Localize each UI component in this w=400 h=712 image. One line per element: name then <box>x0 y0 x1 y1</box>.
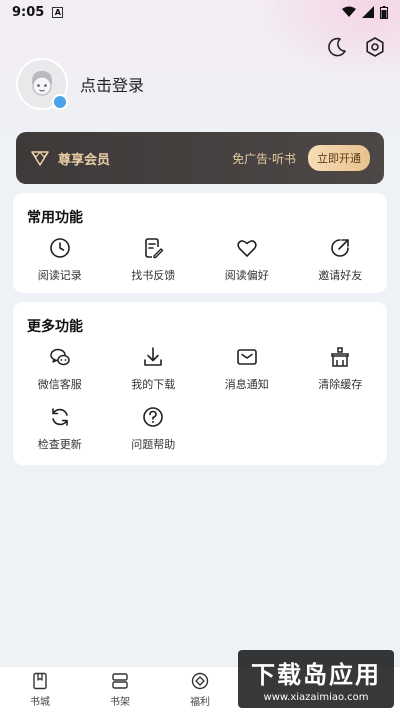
item-label: 微信客服 <box>37 378 82 391</box>
gear-icon[interactable] <box>364 36 386 58</box>
broom-icon <box>329 346 351 368</box>
status-bar: 9:05 A <box>0 0 400 24</box>
check-update-item[interactable]: 检查更新 <box>13 406 107 466</box>
item-label: 消息通知 <box>224 378 269 391</box>
nav-label: 福利 <box>190 696 210 708</box>
common-functions-grid: 阅读记录 找书反馈 阅读偏好 邀请好友 <box>13 237 387 297</box>
common-functions-card: 常用功能 阅读记录 找书反馈 阅读偏好 邀请好友 <box>13 193 387 293</box>
nav-welfare[interactable]: 福利 <box>160 667 240 712</box>
login-prompt[interactable]: 点击登录 <box>80 72 144 96</box>
more-functions-grid: 微信客服 我的下载 消息通知 清除缓存 检查更新 问题帮助 <box>13 346 387 466</box>
download-icon <box>142 346 164 368</box>
section-title: 更多功能 <box>27 319 83 335</box>
nav-bookstore[interactable]: 书城 <box>0 667 80 712</box>
share-icon <box>329 237 351 259</box>
vip-title: 尊享会员 <box>58 152 111 168</box>
gift-icon <box>191 672 209 690</box>
watermark-logo: 下载岛应用 www.xiazaimiao.com <box>238 650 394 708</box>
item-label: 清除缓存 <box>318 378 363 391</box>
edit-badge-icon <box>52 94 68 110</box>
status-icons <box>342 5 388 19</box>
diamond-icon <box>30 149 50 167</box>
wifi-icon <box>342 6 356 18</box>
vip-banner[interactable]: 尊享会员 免广告·听书 立即开通 <box>16 132 384 184</box>
mail-icon <box>236 346 258 368</box>
nav-label: 书架 <box>110 696 130 708</box>
signal-icon <box>362 6 374 18</box>
vip-perks: 免广告·听书 <box>232 151 296 166</box>
moon-icon[interactable] <box>326 36 348 58</box>
help-icon <box>142 406 164 428</box>
heart-icon <box>236 237 258 259</box>
clear-cache-item[interactable]: 清除缓存 <box>294 346 388 406</box>
clock-icon <box>49 237 71 259</box>
shelf-icon <box>111 672 129 690</box>
watermark-url: www.xiazaimiao.com <box>263 692 369 703</box>
nav-bookshelf[interactable]: 书架 <box>80 667 160 712</box>
message-notice-item[interactable]: 消息通知 <box>200 346 294 406</box>
section-title: 常用功能 <box>27 210 83 226</box>
item-label: 阅读记录 <box>37 269 82 282</box>
item-label: 阅读偏好 <box>224 269 269 282</box>
reading-history-item[interactable]: 阅读记录 <box>13 237 107 297</box>
book-icon <box>31 672 49 690</box>
watermark-title: 下载岛应用 <box>251 661 381 689</box>
item-label: 邀请好友 <box>318 269 363 282</box>
reading-preference-item[interactable]: 阅读偏好 <box>200 237 294 297</box>
wechat-service-item[interactable]: 微信客服 <box>13 346 107 406</box>
avatar[interactable] <box>16 58 68 110</box>
edit-note-icon <box>142 237 164 259</box>
item-label: 问题帮助 <box>131 438 176 451</box>
wechat-icon <box>49 346 71 368</box>
notification-icon: A <box>52 6 64 18</box>
profile-login[interactable]: 点击登录 <box>16 58 144 110</box>
status-time: 9:05 <box>12 4 45 20</box>
nav-label: 书城 <box>30 696 50 708</box>
item-label: 找书反馈 <box>131 269 176 282</box>
battery-icon <box>380 5 388 19</box>
item-label: 我的下载 <box>131 378 176 391</box>
book-feedback-item[interactable]: 找书反馈 <box>107 237 201 297</box>
invite-friends-item[interactable]: 邀请好友 <box>294 237 388 297</box>
more-functions-card: 更多功能 微信客服 我的下载 消息通知 清除缓存 检查更新 问题帮助 <box>13 302 387 465</box>
my-downloads-item[interactable]: 我的下载 <box>107 346 201 406</box>
vip-open-button[interactable]: 立即开通 <box>308 145 370 171</box>
item-label: 检查更新 <box>37 438 82 451</box>
help-item[interactable]: 问题帮助 <box>107 406 201 466</box>
header-actions <box>326 36 386 58</box>
refresh-icon <box>49 406 71 428</box>
